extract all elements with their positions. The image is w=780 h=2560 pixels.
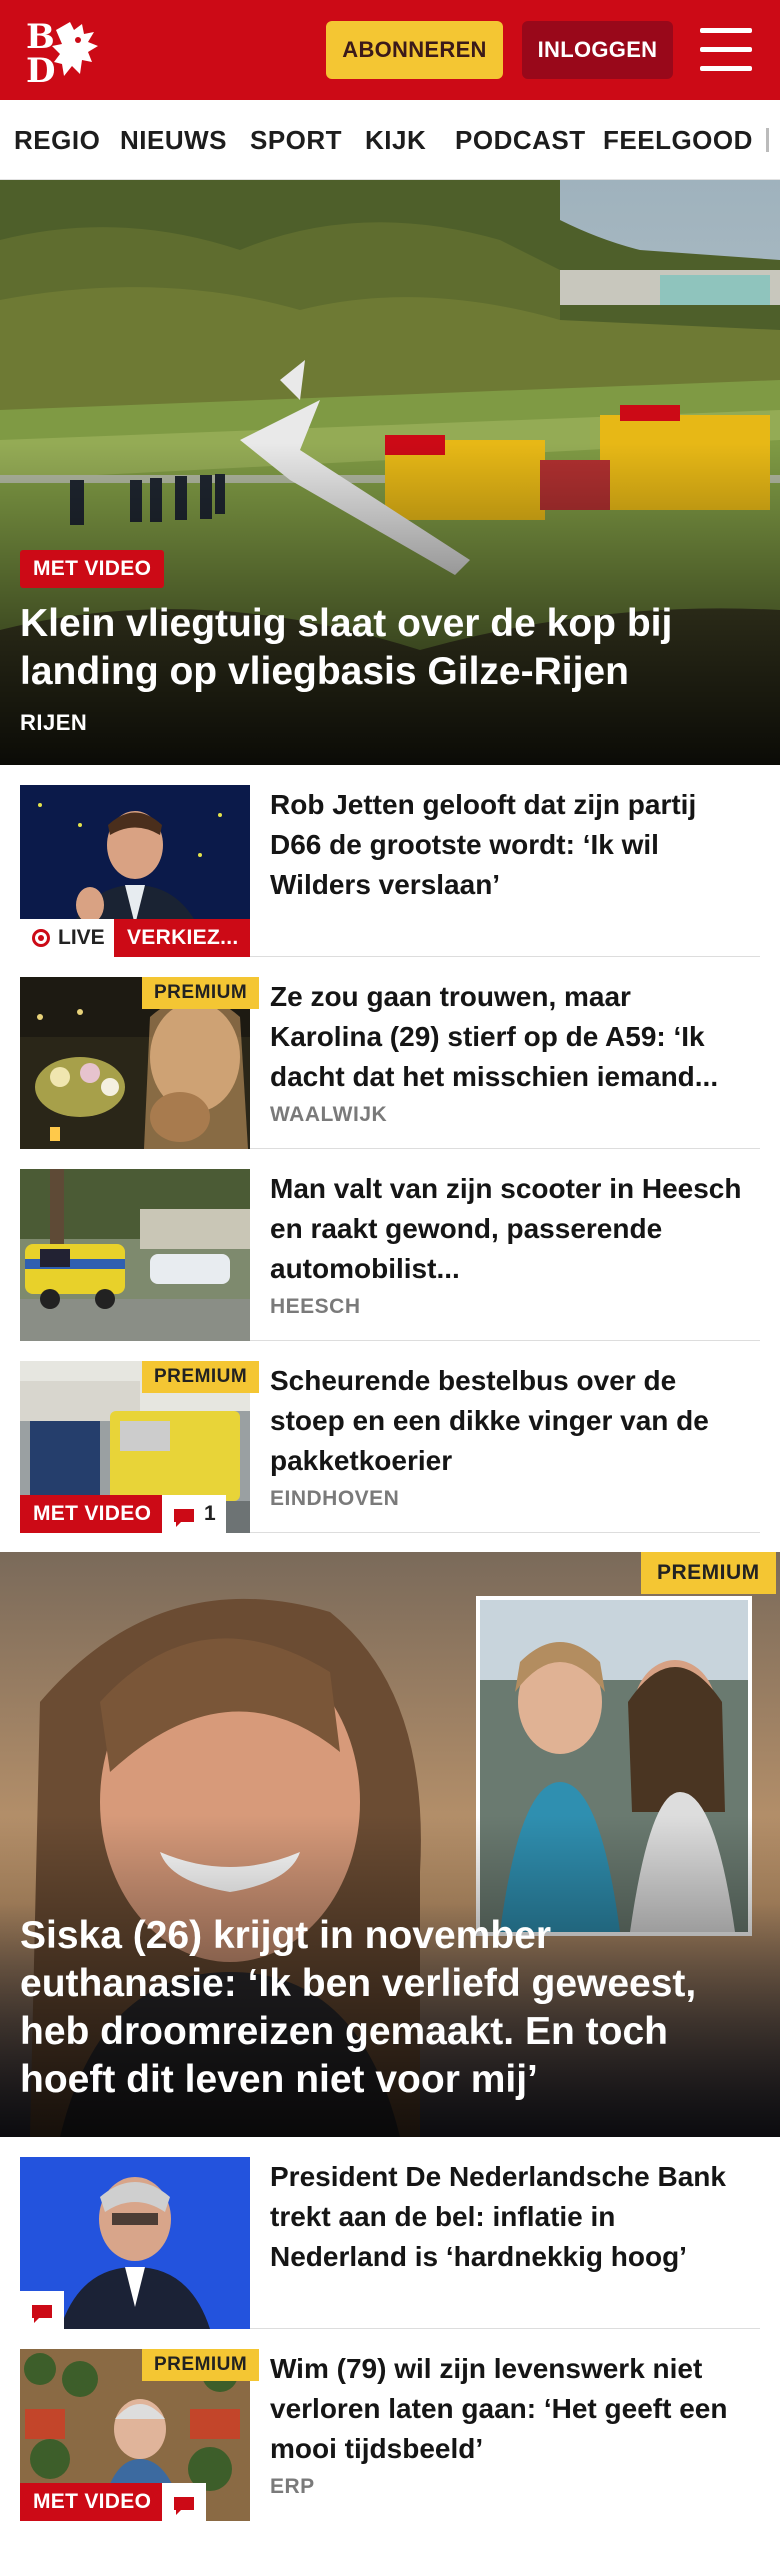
hero-title[interactable]: Klein vliegtuig slaat over de kop bij la… — [20, 600, 740, 696]
video-badge: MET VIDEO — [20, 1495, 165, 1533]
nav-item-feelgood[interactable]: FEELGOOD — [603, 100, 753, 179]
comment-bubble-icon — [172, 1504, 196, 1527]
video-badge: MET VIDEO — [20, 2483, 165, 2521]
subscribe-button[interactable]: ABONNEREN — [326, 21, 503, 79]
category-badge: VERKIEZ... — [114, 919, 250, 957]
hamburger-menu-icon[interactable] — [700, 28, 752, 72]
list-item[interactable]: PREMIUM MET VIDEO Wim (79) wil zijn leve… — [20, 2349, 760, 2521]
nav-item-podcast[interactable]: PODCAST — [455, 100, 586, 179]
live-badge: LIVE — [20, 919, 115, 957]
article-title[interactable]: Rob Jetten gelooft dat zijn partij D66 d… — [270, 785, 750, 905]
article-title[interactable]: Scheurende bestelbus over de stoep en ee… — [270, 1361, 750, 1481]
comment-count: 1 — [204, 1502, 216, 1525]
comment-badge[interactable] — [162, 2483, 206, 2521]
site-header: B D ABONNEREN INLOGGEN — [0, 0, 780, 100]
article-title[interactable]: Man valt van zijn scooter in Heesch en r… — [270, 1169, 750, 1289]
comment-bubble-icon — [172, 2492, 196, 2515]
article-thumbnail — [20, 1169, 250, 1341]
hero-article[interactable]: MET VIDEO Klein vliegtuig slaat over de … — [0, 180, 780, 765]
nav-item-regio[interactable]: REGIO — [14, 100, 100, 179]
list-item[interactable]: LIVE VERKIEZ... Rob Jetten gelooft dat z… — [20, 785, 760, 957]
comment-bubble-icon — [30, 2300, 54, 2323]
feature-article[interactable]: PREMIUM Siska (26) krijgt in november eu… — [0, 1552, 780, 2137]
premium-badge: PREMIUM — [142, 2349, 260, 2381]
article-title[interactable]: President De Nederlandsche Bank trekt aa… — [270, 2157, 750, 2277]
nav-overflow-divider — [766, 128, 769, 152]
comment-badge[interactable]: 1 — [162, 1495, 226, 1533]
article-title[interactable]: Ze zou gaan trouwen, maar Karolina (29) … — [270, 977, 750, 1097]
list-item[interactable]: PREMIUM Ze zou gaan trouwen, maar Karoli… — [20, 977, 760, 1149]
premium-badge: PREMIUM — [641, 1552, 776, 1594]
category-nav: REGIO NIEUWS SPORT KIJK PODCAST FEELGOOD — [0, 100, 780, 180]
article-title[interactable]: Wim (79) wil zijn levenswerk niet verlor… — [270, 2349, 750, 2469]
bd-logo[interactable]: B D — [26, 16, 116, 91]
hero-location: RIJEN — [20, 710, 88, 735]
list-item[interactable]: Man valt van zijn scooter in Heesch en r… — [20, 1169, 760, 1341]
login-button[interactable]: INLOGGEN — [522, 21, 673, 79]
article-location: ERP — [270, 2475, 315, 2498]
svg-text:D: D — [26, 51, 55, 86]
list-item[interactable]: President De Nederlandsche Bank trekt aa… — [20, 2157, 760, 2329]
nav-item-sport[interactable]: SPORT — [250, 100, 342, 179]
feature-title[interactable]: Siska (26) krijgt in november euthanasie… — [20, 1912, 760, 2104]
comment-badge[interactable] — [20, 2291, 64, 2329]
live-label: LIVE — [58, 926, 105, 949]
article-location: HEESCH — [270, 1295, 361, 1318]
video-badge: MET VIDEO — [20, 550, 165, 588]
premium-badge: PREMIUM — [142, 1361, 260, 1393]
live-record-icon — [32, 929, 50, 947]
article-location: WAALWIJK — [270, 1103, 388, 1126]
nav-item-nieuws[interactable]: NIEUWS — [120, 100, 227, 179]
nav-item-kijk[interactable]: KIJK — [365, 100, 426, 179]
article-location: EINDHOVEN — [270, 1487, 400, 1510]
list-item[interactable]: PREMIUM MET VIDEO 1 Scheurende bestelbus… — [20, 1361, 760, 1533]
premium-badge: PREMIUM — [142, 977, 260, 1009]
